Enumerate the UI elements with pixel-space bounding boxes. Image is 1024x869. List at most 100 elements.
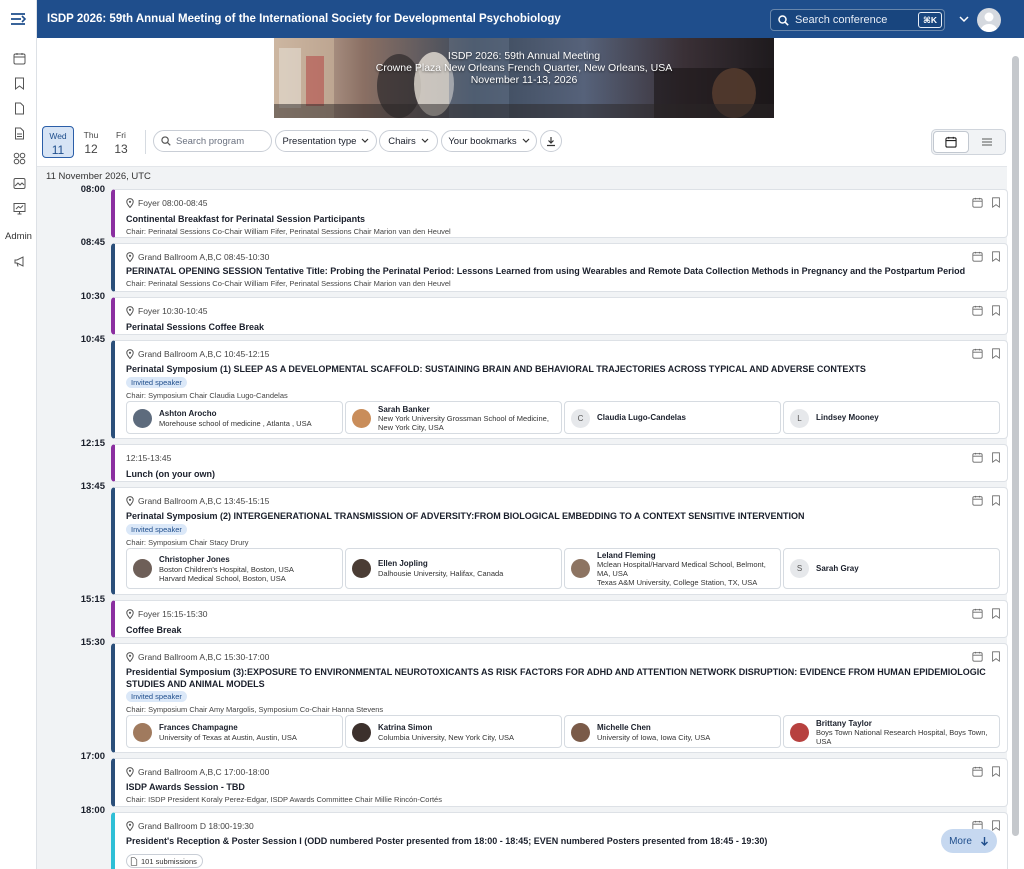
speaker-photo (790, 723, 809, 742)
chevron-down-icon[interactable] (959, 14, 969, 26)
session-card[interactable]: Grand Ballroom D 18:00-19:30 President's… (111, 812, 1008, 869)
speaker-card[interactable]: Michelle Chen University of Iowa, Iowa C… (564, 715, 781, 748)
add-to-calendar-icon[interactable] (972, 197, 983, 208)
speaker-photo (352, 723, 371, 742)
session-location: Grand Ballroom A,B,C 17:00-18:00 (126, 767, 269, 777)
session-card[interactable]: Foyer 10:30-10:45 Perinatal Sessions Cof… (111, 297, 1008, 335)
session-card[interactable]: Grand Ballroom A,B,C 17:00-18:00 ISDP Aw… (111, 758, 1008, 807)
scrollbar[interactable] (1012, 56, 1019, 836)
bookmark-icon[interactable] (991, 305, 1001, 316)
speaker-card[interactable]: Christopher Jones Boston Children's Hosp… (126, 548, 343, 589)
bookmark-icon[interactable] (991, 651, 1001, 662)
add-to-calendar-icon[interactable] (972, 452, 983, 463)
session-title[interactable]: President's Reception & Poster Session I… (126, 835, 986, 847)
conference-title: ISDP 2026: 59th Annual Meeting of the In… (47, 13, 561, 25)
add-to-calendar-icon[interactable] (972, 651, 983, 662)
more-button[interactable]: More (941, 829, 997, 853)
bookmark-icon[interactable] (991, 608, 1001, 619)
add-to-calendar-icon[interactable] (972, 608, 983, 619)
conference-search-placeholder: Search conference (795, 14, 888, 26)
calendar-view-button[interactable] (933, 131, 969, 153)
speaker-card[interactable]: Sarah Banker New York University Grossma… (345, 401, 562, 434)
nav-rail: Admin (0, 0, 37, 869)
speaker-card[interactable]: C Claudia Lugo-Candelas (564, 401, 781, 434)
grid-icon[interactable] (8, 147, 30, 169)
session-title[interactable]: Continental Breakfast for Perinatal Sess… (126, 213, 986, 225)
search-icon (778, 14, 789, 26)
session-location: Foyer 15:15-15:30 (126, 609, 207, 619)
session-card[interactable]: 12:15-13:45 Lunch (on your own) (111, 444, 1008, 482)
session-title[interactable]: ISDP Awards Session - TBD (126, 781, 986, 793)
speaker-card[interactable]: Ashton Arocho Morehouse school of medici… (126, 401, 343, 434)
conference-search[interactable]: Search conference ⌘K (770, 9, 945, 31)
speaker-name: Claudia Lugo-Candelas (597, 413, 686, 422)
download-button[interactable] (540, 130, 562, 152)
bookmark-icon[interactable] (991, 348, 1001, 359)
session-card[interactable]: Grand Ballroom A,B,C 08:45-10:30 PERINAT… (111, 243, 1008, 292)
speaker-affiliation: Boston Children's Hospital, Boston, USA (159, 565, 294, 574)
session-card[interactable]: Foyer 08:00-08:45 Continental Breakfast … (111, 189, 1008, 238)
speaker-card[interactable]: Ellen Jopling Dalhousie University, Hali… (345, 548, 562, 589)
file-text-icon[interactable] (8, 122, 30, 144)
avatar[interactable] (977, 8, 1001, 32)
add-to-calendar-icon[interactable] (972, 251, 983, 262)
speaker-photo (133, 723, 152, 742)
bookmark-icon[interactable] (991, 197, 1001, 208)
session-title[interactable]: Perinatal Sessions Coffee Break (126, 321, 986, 333)
speaker-card[interactable]: Katrina Simon Columbia University, New Y… (345, 715, 562, 748)
session-title[interactable]: Perinatal Symposium (1) SLEEP AS A DEVEL… (126, 363, 986, 375)
bookmark-icon[interactable] (991, 820, 1001, 831)
time-label: 13:45 (80, 481, 105, 492)
session-location: Foyer 08:00-08:45 (126, 198, 207, 208)
speaker-photo (133, 559, 152, 578)
megaphone-icon[interactable] (8, 250, 30, 272)
bookmark-icon[interactable] (8, 72, 30, 94)
bookmark-icon[interactable] (991, 251, 1001, 262)
time-label: 17:00 (80, 751, 105, 762)
session-title[interactable]: Presidential Symposium (3):EXPOSURE TO E… (126, 666, 986, 690)
submissions-chip[interactable]: 101 submissions (126, 854, 203, 868)
bookmarks-filter[interactable]: Your bookmarks (441, 130, 537, 152)
session-title[interactable]: Perinatal Symposium (2) INTERGENERATIONA… (126, 510, 986, 522)
session-chair: Chair: Perinatal Sessions Co-Chair Willi… (126, 279, 451, 288)
presentation-icon[interactable] (8, 197, 30, 219)
session-card[interactable]: Grand Ballroom A,B,C 10:45-12:15 Perinat… (111, 340, 1008, 439)
session-title[interactable]: Coffee Break (126, 624, 986, 636)
add-to-calendar-icon[interactable] (972, 305, 983, 316)
document-icon[interactable] (8, 97, 30, 119)
image-icon[interactable] (8, 172, 30, 194)
speaker-name: Christopher Jones (159, 555, 230, 564)
program-search-input[interactable]: Search program (153, 130, 272, 152)
speaker-name: Lindsey Mooney (816, 413, 879, 422)
speaker-name: Ashton Arocho (159, 409, 217, 418)
add-to-calendar-icon[interactable] (972, 348, 983, 359)
speaker-card[interactable]: S Sarah Gray (783, 548, 1000, 589)
presentation-type-filter[interactable]: Presentation type (275, 130, 377, 152)
calendar-icon[interactable] (8, 47, 30, 69)
day-header: 11 November 2026, UTC (37, 166, 1007, 184)
session-chair: Chair: Symposium Chair Stacy Drury (126, 538, 249, 547)
session-title[interactable]: Lunch (on your own) (126, 468, 986, 480)
add-to-calendar-icon[interactable] (972, 495, 983, 506)
day-tab-thu[interactable]: Thu 12 (75, 126, 107, 158)
top-bar: ISDP 2026: 59th Annual Meeting of the In… (37, 0, 1024, 38)
speaker-affiliation: Columbia University, New York City, USA (378, 733, 515, 742)
session-card[interactable]: Foyer 15:15-15:30 Coffee Break (111, 600, 1008, 638)
chairs-filter[interactable]: Chairs (379, 130, 438, 152)
session-title[interactable]: PERINATAL OPENING SESSION Tentative Titl… (126, 265, 986, 277)
speaker-card[interactable]: Leland Fleming Mclean Hospital/Harvard M… (564, 548, 781, 589)
day-number: 13 (114, 142, 128, 156)
list-view-button[interactable] (969, 131, 1005, 153)
speaker-card[interactable]: L Lindsey Mooney (783, 401, 1000, 434)
session-card[interactable]: Grand Ballroom A,B,C 15:30-17:00 Preside… (111, 643, 1008, 753)
day-tab-fri[interactable]: Fri 13 (105, 126, 137, 158)
speaker-card[interactable]: Frances Champagne University of Texas at… (126, 715, 343, 748)
day-tab-wed[interactable]: Wed 11 (42, 126, 74, 158)
menu-expand-icon[interactable] (8, 8, 30, 30)
add-to-calendar-icon[interactable] (972, 766, 983, 777)
session-card[interactable]: Grand Ballroom A,B,C 13:45-15:15 Perinat… (111, 487, 1008, 595)
bookmark-icon[interactable] (991, 766, 1001, 777)
speaker-card[interactable]: Brittany Taylor Boys Town National Resea… (783, 715, 1000, 748)
bookmark-icon[interactable] (991, 495, 1001, 506)
bookmark-icon[interactable] (991, 452, 1001, 463)
